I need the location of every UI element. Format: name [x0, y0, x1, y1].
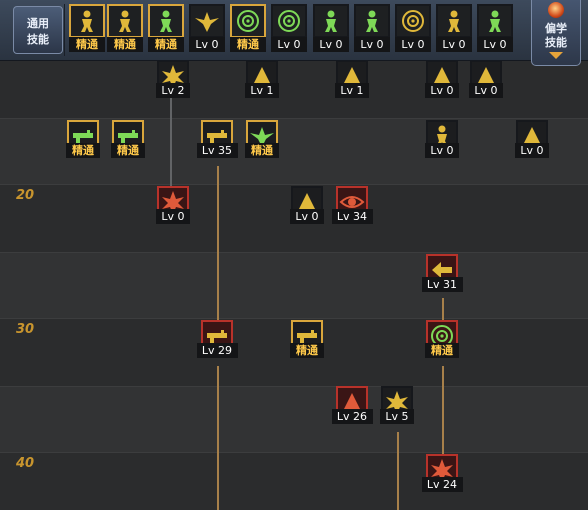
skill-level-label: 精通: [69, 37, 105, 52]
skill-connector-line: [442, 366, 444, 458]
fire-orb-icon: [548, 2, 564, 18]
common-skill-slot[interactable]: [230, 4, 266, 38]
divider: [64, 4, 65, 56]
skill-level-label: Lv 1: [335, 83, 369, 98]
tab-label: 技能: [27, 33, 49, 46]
skill-level-label: Lv 0: [515, 143, 549, 158]
skill-connector-line: [217, 166, 219, 326]
skill-level-label: Lv 0: [469, 83, 503, 98]
skill-level-label: Lv 0: [425, 143, 459, 158]
common-skill-slot[interactable]: [354, 4, 390, 38]
skill-level-label: Lv 0: [477, 37, 513, 52]
crouching-figure-icon: [119, 10, 131, 32]
common-skill-slot[interactable]: [107, 4, 143, 38]
tree-row-band: [0, 252, 588, 318]
skill-level-label: 精通: [425, 343, 459, 358]
skill-tree-window: 20 30 40 Lv 2 Lv 1 Lv 1 Lv 0 Lv 0 精通 精通 Lv 35 精通…: [0, 0, 588, 510]
common-skill-slot[interactable]: [313, 4, 349, 38]
level-label: 40: [16, 456, 35, 471]
skill-level-label: Lv 1: [245, 83, 279, 98]
tab-label: 技能: [545, 36, 567, 49]
standing-figure-icon: [489, 10, 501, 32]
common-skill-slot[interactable]: [477, 4, 513, 38]
skill-level-label: Lv 0: [189, 37, 225, 52]
skill-level-label: Lv 29: [196, 343, 238, 358]
skill-connector-line: [170, 98, 172, 188]
chevron-down-icon: [549, 52, 563, 59]
tree-row-band: [0, 386, 588, 452]
skill-level-label: Lv 34: [331, 209, 373, 224]
row-divider: [0, 452, 588, 453]
skill-level-label: 精通: [245, 143, 279, 158]
skill-level-label: Lv 26: [331, 409, 373, 424]
skill-connector-line: [217, 366, 219, 510]
row-divider: [0, 318, 588, 319]
skill-level-label: Lv 35: [196, 143, 238, 158]
common-skills-tab[interactable]: 通用 技能: [13, 6, 63, 54]
skill-level-label: Lv 0: [425, 83, 459, 98]
skill-level-label: Lv 31: [421, 277, 463, 292]
tab-label: 通用: [27, 17, 49, 30]
skill-level-label: 精通: [148, 37, 184, 52]
skill-level-label: 精通: [290, 343, 324, 358]
skill-level-label: Lv 0: [313, 37, 349, 52]
winged-emblem-icon: [195, 12, 219, 32]
soldier-bust-icon: [325, 10, 337, 32]
skill-level-label: Lv 2: [156, 83, 190, 98]
common-skill-slot[interactable]: [436, 4, 472, 38]
row-divider: [0, 252, 588, 253]
skill-level-label: Lv 0: [436, 37, 472, 52]
skill-level-label: Lv 0: [271, 37, 307, 52]
skill-level-label: Lv 5: [380, 409, 414, 424]
running-figure-icon: [160, 10, 172, 32]
skill-level-label: Lv 0: [395, 37, 431, 52]
common-skill-slot[interactable]: [271, 4, 307, 38]
common-skill-slot[interactable]: [395, 4, 431, 38]
skill-level-label: Lv 0: [290, 209, 324, 224]
common-skill-slot[interactable]: [69, 4, 105, 38]
skill-level-label: Lv 24: [421, 477, 463, 492]
row-divider: [0, 184, 588, 185]
muscle-figure-icon: [448, 10, 460, 32]
common-skill-slot[interactable]: [148, 4, 184, 38]
row-divider: [0, 118, 588, 119]
skill-connector-line: [397, 432, 399, 510]
sitting-figure-icon: [81, 10, 93, 32]
concentric-rings-icon: [402, 10, 424, 32]
side-skills-tab[interactable]: 偏学 技能: [531, 0, 581, 66]
skill-level-label: Lv 0: [354, 37, 390, 52]
common-skill-slot[interactable]: [189, 4, 225, 38]
level-label: 30: [16, 322, 35, 337]
skill-level-label: Lv 0: [156, 209, 190, 224]
crosshair-target-icon: [278, 10, 300, 32]
soldier-bust-icon: [366, 10, 378, 32]
tree-row-band: [0, 452, 588, 510]
row-divider: [0, 386, 588, 387]
skill-level-label: 精通: [230, 37, 266, 52]
crosshair-target-icon: [237, 10, 259, 32]
skill-connector-line: [442, 298, 444, 322]
level-label: 20: [16, 188, 35, 203]
skill-category-bar: 通用 技能 精通 精通 精通 Lv 0 精通 Lv 0 Lv 0 Lv 0 Lv 0 Lv 0 Lv…: [0, 0, 588, 61]
skill-level-label: 精通: [111, 143, 145, 158]
skill-level-label: 精通: [66, 143, 100, 158]
skill-level-label: 精通: [107, 37, 143, 52]
